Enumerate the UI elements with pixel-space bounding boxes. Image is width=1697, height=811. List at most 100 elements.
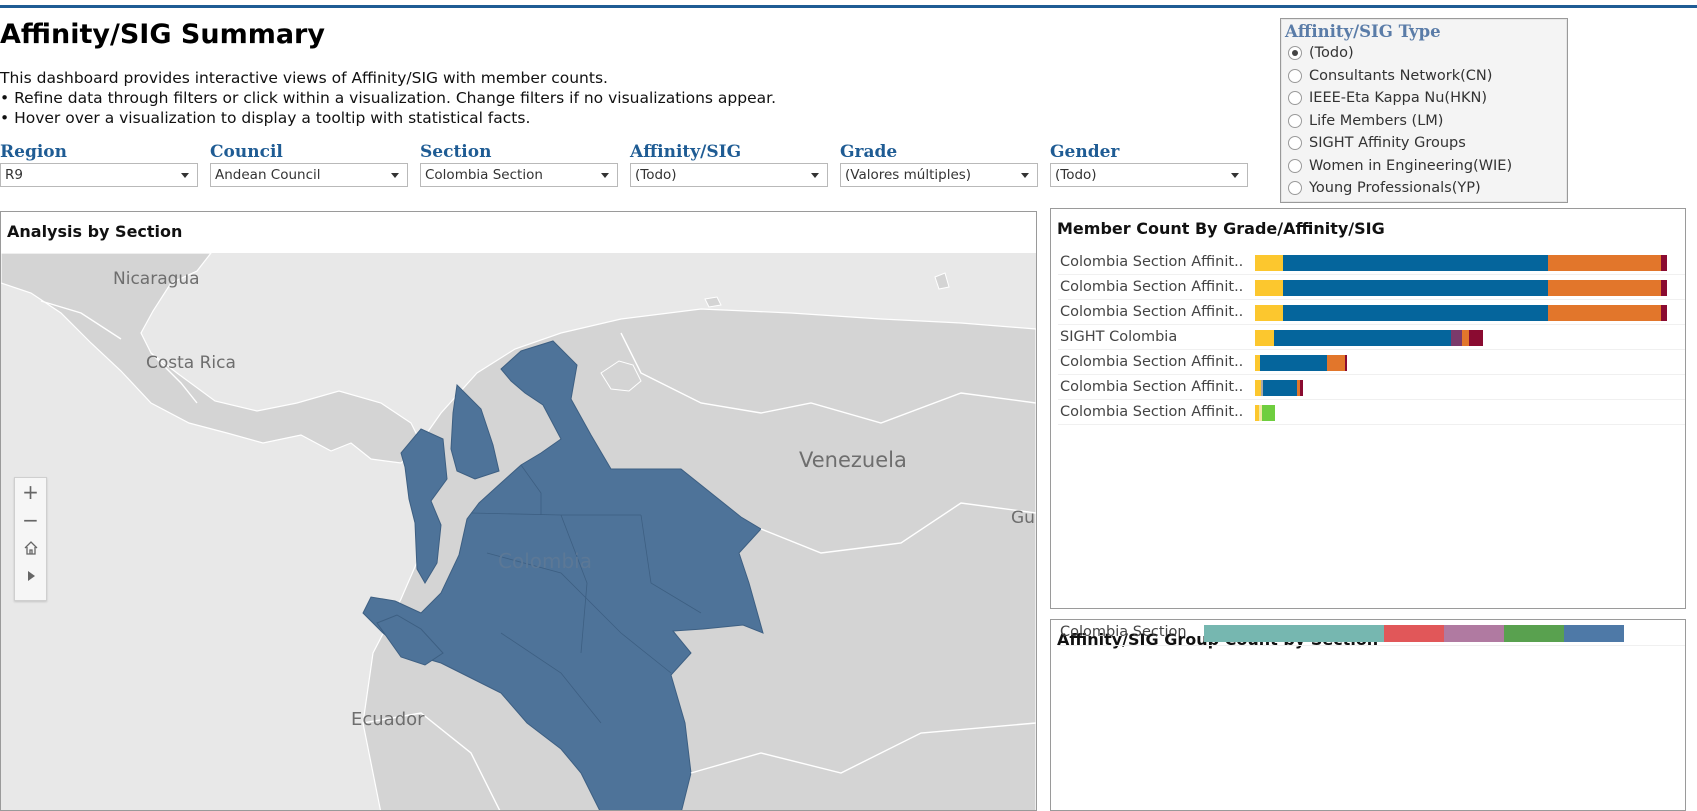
bar-segment[interactable] [1263, 380, 1297, 396]
filter-label-grade: Grade [840, 142, 898, 162]
row-divider [1058, 424, 1685, 425]
description: This dashboard provides interactive view… [0, 68, 776, 128]
bar-segment[interactable] [1469, 330, 1483, 346]
bar-label: SIGHT Colombia [1060, 329, 1178, 345]
bar-label: Colombia Section Affinit.. [1060, 354, 1244, 370]
bar-segment[interactable] [1255, 330, 1274, 346]
bar-segment[interactable] [1462, 330, 1469, 346]
row-divider [1058, 324, 1685, 325]
radio-button[interactable] [1288, 91, 1302, 106]
radio-option-sight[interactable]: SIGHT Affinity Groups [1281, 132, 1567, 155]
stacked-bar [1255, 305, 1667, 321]
map-label-costa-rica: Costa Rica [146, 353, 236, 373]
bar-segment[interactable] [1255, 305, 1283, 321]
bar-segment[interactable] [1548, 280, 1661, 296]
bar-segment[interactable] [1255, 280, 1283, 296]
bar-row[interactable]: Colombia Section Affinit.. [1051, 251, 1685, 275]
row-divider [1058, 645, 1685, 646]
stacked-bar [1255, 280, 1667, 296]
bar-row[interactable]: Colombia Section Affinit.. [1051, 276, 1685, 300]
bar-segment[interactable] [1548, 255, 1661, 271]
region-dropdown[interactable]: R9 [0, 163, 198, 187]
stacked-bar [1255, 405, 1275, 421]
radio-button[interactable] [1288, 158, 1302, 173]
filter-label-section: Section [420, 142, 492, 162]
chevron-down-icon [1231, 173, 1239, 178]
bar-segment[interactable] [1564, 625, 1624, 642]
radio-option-cn[interactable]: Consultants Network(CN) [1281, 65, 1567, 88]
description-line: • Hover over a visualization to display … [0, 109, 531, 127]
radio-option-lm[interactable]: Life Members (LM) [1281, 110, 1567, 133]
zoom-out-button[interactable]: − [15, 506, 46, 534]
radio-button[interactable] [1288, 181, 1302, 196]
section-value: Colombia Section [425, 167, 543, 183]
radio-option-hkn[interactable]: IEEE-Eta Kappa Nu(HKN) [1281, 87, 1567, 110]
radio-option-yp[interactable]: Young Professionals(YP) [1281, 177, 1567, 200]
bar-segment[interactable] [1444, 625, 1504, 642]
stacked-bar [1255, 355, 1347, 371]
bar-segment[interactable] [1384, 625, 1444, 642]
bar-segment[interactable] [1661, 255, 1667, 271]
bar-segment[interactable] [1661, 280, 1667, 296]
filter-region: Region R9 [0, 142, 198, 187]
bar-segment[interactable] [1300, 380, 1303, 396]
bar-segment[interactable] [1327, 355, 1345, 371]
bar-segment[interactable] [1451, 330, 1462, 346]
radio-button[interactable] [1288, 68, 1302, 83]
map-panel-title: Analysis by Section [7, 222, 183, 241]
bar-label: Colombia Section Affinit.. [1060, 304, 1244, 320]
expand-toolbar-button[interactable] [15, 562, 46, 590]
map-toolbar: + − [14, 477, 47, 601]
group-row[interactable]: Colombia Section [1051, 620, 1685, 646]
gender-dropdown[interactable]: (Todo) [1050, 163, 1248, 187]
chevron-down-icon [601, 173, 609, 178]
affinity-sig-type-filter: Affinity/SIG Type (Todo) Consultants Net… [1280, 18, 1568, 203]
play-icon [27, 571, 35, 581]
bar-segment[interactable] [1204, 625, 1384, 642]
grade-dropdown[interactable]: (Valores múltiples) [840, 163, 1038, 187]
bar-segment[interactable] [1345, 355, 1347, 371]
bar-segment[interactable] [1283, 255, 1548, 271]
radio-button[interactable] [1288, 136, 1302, 151]
bar-segment[interactable] [1283, 305, 1548, 321]
bar-segment[interactable] [1262, 405, 1275, 421]
bar-segment[interactable] [1504, 625, 1564, 642]
radio-option-wie[interactable]: Women in Engineering(WIE) [1281, 155, 1567, 178]
bar-segment[interactable] [1274, 330, 1451, 346]
map-label-guyana: Gu [1011, 508, 1035, 528]
zoom-in-button[interactable]: + [15, 478, 46, 506]
bar-row[interactable]: Colombia Section Affinit.. [1051, 351, 1685, 375]
bar-row[interactable]: Colombia Section Affinit.. [1051, 301, 1685, 325]
bar-segment[interactable] [1548, 305, 1661, 321]
gender-value: (Todo) [1055, 167, 1097, 183]
radio-button[interactable] [1288, 113, 1302, 128]
filter-council: Council Andean Council [210, 142, 408, 187]
chevron-down-icon [811, 173, 819, 178]
radio-label: Consultants Network(CN) [1309, 67, 1493, 84]
section-dropdown[interactable]: Colombia Section [420, 163, 618, 187]
radio-label: (Todo) [1309, 45, 1354, 62]
bar-segment[interactable] [1661, 305, 1667, 321]
radio-option-todo[interactable]: (Todo) [1281, 42, 1567, 65]
map-label-nicaragua: Nicaragua [113, 269, 200, 289]
bar-row[interactable]: SIGHT Colombia [1051, 326, 1685, 350]
description-line: This dashboard provides interactive view… [0, 69, 608, 87]
council-dropdown[interactable]: Andean Council [210, 163, 408, 187]
bar-segment[interactable] [1283, 280, 1548, 296]
row-divider [1058, 374, 1685, 375]
description-line: • Refine data through filters or click w… [0, 89, 776, 107]
section-map[interactable]: Nicaragua Costa Rica Venezuela Colombia … [1, 253, 1036, 810]
row-divider [1058, 274, 1685, 275]
chevron-down-icon [1021, 173, 1029, 178]
minus-icon: − [22, 508, 39, 532]
reset-view-button[interactable] [15, 534, 46, 562]
bar-row[interactable]: Colombia Section Affinit.. [1051, 401, 1685, 425]
bar-label: Colombia Section Affinit.. [1060, 279, 1244, 295]
bar-row[interactable]: Colombia Section Affinit.. [1051, 376, 1685, 400]
bar-segment[interactable] [1255, 255, 1283, 271]
radio-button[interactable] [1288, 46, 1302, 61]
affinity-sig-dropdown[interactable]: (Todo) [630, 163, 828, 187]
map-graphic [1, 253, 1036, 810]
stacked-bar [1255, 330, 1483, 346]
bar-segment[interactable] [1260, 355, 1327, 371]
